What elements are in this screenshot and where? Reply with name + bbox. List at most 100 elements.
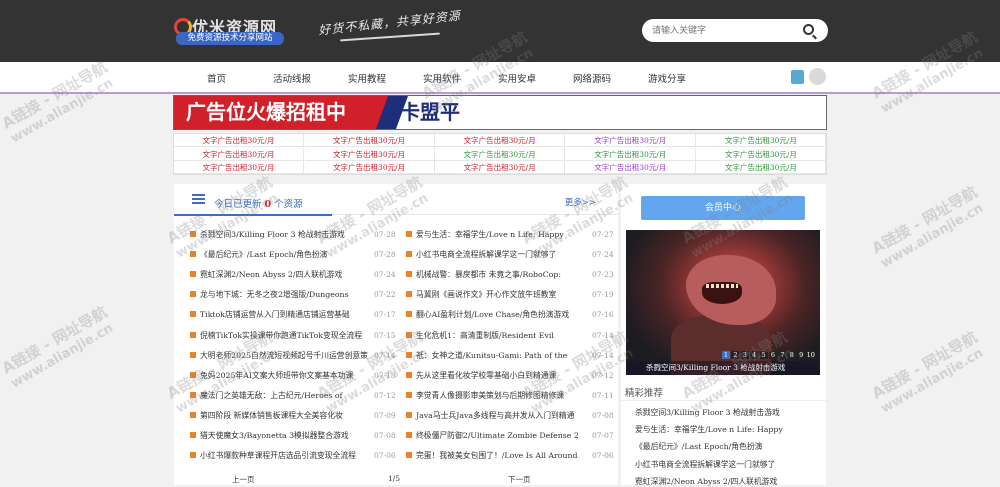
resource-title[interactable]: 机械战警：暴戾都市 未竟之事/RoboCop: xyxy=(416,270,561,279)
text-ad-link[interactable]: 文字广告出租30元/月 xyxy=(304,134,435,147)
resource-list-item[interactable]: 猎天使魔女3/Bayonetta 3模拟器整合游戏 xyxy=(190,429,368,443)
slider-dot[interactable]: 7 xyxy=(778,351,787,359)
book-icon[interactable] xyxy=(791,70,804,84)
resource-title[interactable]: 爱与生活：幸福学生/Love n Life: Happy xyxy=(416,230,564,239)
resource-title[interactable]: 翻心AI盈利计划/Love Chase/角色扮演游戏 xyxy=(416,310,569,319)
nav-item-android[interactable]: 实用安卓 xyxy=(498,71,536,85)
resource-title[interactable]: 小红书电商全流程拆解课学这一门就够了 xyxy=(416,250,556,259)
text-ad-link[interactable]: 文字广告出租30元/月 xyxy=(696,134,827,147)
resource-title[interactable]: 大明老师2025自然流短视频起号千川运营创意策划 xyxy=(200,351,368,360)
resource-title[interactable]: 祇：女神之道/Kunitsu-Gami: Path of the xyxy=(416,351,567,360)
resource-list-item[interactable]: 先从这里看化妆学校零基础小白到精通课 xyxy=(406,369,584,383)
resource-title[interactable]: 猎天使魔女3/Bayonetta 3模拟器整合游戏 xyxy=(200,431,349,440)
resource-list-item[interactable]: 大明老师2025自然流短视频起号千川运营创意策划 xyxy=(190,349,368,363)
resource-list-item[interactable]: 小红书爆款种草课程开店选品引流变现全流程 xyxy=(190,449,368,463)
resource-title[interactable]: 兔妈2025年AI文案大师班带你文案基本功课 xyxy=(200,371,353,380)
nav-item-home[interactable]: 首页 xyxy=(207,71,226,85)
slider-dot[interactable]: 8 xyxy=(787,351,796,359)
resource-list-item[interactable]: 爱与生活：幸福学生/Love n Life: Happy xyxy=(406,228,584,242)
pager-next-button[interactable]: 下一页 xyxy=(508,474,531,485)
resource-list-item[interactable]: 小红书电商全流程拆解课学这一门就够了 xyxy=(406,248,584,262)
text-ad-link[interactable]: 文字广告出租30元/月 xyxy=(304,161,435,174)
bullet-icon xyxy=(190,271,196,278)
slider-dot[interactable]: 2 xyxy=(731,351,740,359)
resource-title[interactable]: 龙与地下城：无冬之夜2增强版/Dungeons xyxy=(200,290,349,299)
resource-list-item[interactable]: 第四阶段 新媒体销售板课程大全美容化妆 xyxy=(190,409,368,423)
resource-list-item[interactable]: 终极僵尸防御2/Ultimate Zombie Defense 2 xyxy=(406,429,584,443)
resource-title[interactable]: 李觉青人像摄影审美策划与后期修图精修课 xyxy=(416,391,564,400)
recommend-item[interactable]: 小红书电商全流程拆解课学这一门就够了 xyxy=(635,459,775,470)
nav-item-games[interactable]: 游戏分享 xyxy=(648,71,686,85)
slider-dot[interactable]: 4 xyxy=(750,351,759,359)
resource-list-item[interactable]: 霓虹深渊2/Neon Abyss 2/四人联机游戏 xyxy=(190,268,368,282)
resource-list-item[interactable]: 生化危机1：高清重制版/Resident Evil xyxy=(406,329,584,343)
resource-title[interactable]: 生化危机1：高清重制版/Resident Evil xyxy=(416,331,554,340)
text-ad-link[interactable]: 文字广告出租30元/月 xyxy=(435,134,566,147)
resource-title[interactable]: 魔法门之英雄无敌：上古纪元/Heroes of xyxy=(200,391,343,400)
resource-list-item[interactable]: 倪楠TikTok实操课带你跑通TikTok变现全流程 xyxy=(190,329,368,343)
slider-dot[interactable]: 1 xyxy=(722,351,730,359)
slider-dot[interactable]: 10 xyxy=(806,351,815,359)
resource-title[interactable]: 完蛋！我被美女包围了！/Love Is All Around xyxy=(416,451,578,460)
resource-list-item[interactable]: 李觉青人像摄影审美策划与后期修图精修课 xyxy=(406,389,584,403)
text-ad-link[interactable]: 文字广告出租30元/月 xyxy=(304,147,435,161)
text-ad-link[interactable]: 文字广告出租30元/月 xyxy=(565,161,696,174)
slider-dot[interactable]: 3 xyxy=(740,351,749,359)
resource-title[interactable]: Java马士兵Java多线程与高并发从入门到精通 xyxy=(416,411,574,420)
resource-title[interactable]: 《最后纪元》/Last Epoch/角色扮演 xyxy=(200,250,327,259)
image-caption[interactable]: 杀戮空间3/Killing Floor 3 枪战射击游戏 xyxy=(646,361,785,375)
member-center-button[interactable]: 会员中心 xyxy=(641,196,805,220)
resource-title[interactable]: 先从这里看化妆学校零基础小白到精通课 xyxy=(416,371,556,380)
text-ad-link[interactable]: 文字广告出租30元/月 xyxy=(565,147,696,161)
resource-title[interactable]: 倪楠TikTok实操课带你跑通TikTok变现全流程 xyxy=(200,331,362,340)
slider-dot[interactable]: 6 xyxy=(769,351,777,359)
nav-item-activity[interactable]: 活动线报 xyxy=(273,71,311,85)
resource-title[interactable]: 霓虹深渊2/Neon Abyss 2/四人联机游戏 xyxy=(200,270,342,279)
recommend-item[interactable]: 爱与生活：幸福学生/Love n Life: Happy xyxy=(635,424,783,435)
recommend-item[interactable]: 杀戮空间3/Killing Floor 3 枪战射击游戏 xyxy=(635,407,780,418)
text-ad-link[interactable]: 文字广告出租30元/月 xyxy=(696,147,827,161)
more-link[interactable]: 更多>> xyxy=(565,196,596,208)
resource-title[interactable]: 第四阶段 新媒体销售板课程大全美容化妆 xyxy=(200,411,343,420)
slider-dot[interactable]: 5 xyxy=(759,351,768,359)
resource-list-item[interactable]: 完蛋！我被美女包围了！/Love Is All Around xyxy=(406,449,584,463)
text-ad-link[interactable]: 文字广告出租30元/月 xyxy=(174,147,304,161)
resource-list-item[interactable]: Tiktok店铺运营从入门到精通店铺运营基础 xyxy=(190,308,368,322)
featured-image[interactable]: 1 2 3 4 5 6 7 8 9 10 杀戮空间3/Killing Floor 3 枪战射击游戏 xyxy=(626,230,820,375)
resource-title[interactable]: 小红书爆款种草课程开店选品引流变现全流程 xyxy=(200,451,356,460)
pager-prev-button[interactable]: 上一页 xyxy=(232,474,255,485)
text-ad-link[interactable]: 文字广告出租30元/月 xyxy=(174,134,304,147)
ad-banner[interactable]: 广告位火爆招租中 卡盟平 xyxy=(173,95,827,130)
text-ad-link[interactable]: 文字广告出租30元/月 xyxy=(435,161,566,174)
resource-list-item[interactable]: 马冀刚《画说作文》开心作文放牛班教室 xyxy=(406,288,584,302)
resource-list-item[interactable]: 兔妈2025年AI文案大师班带你文案基本功课 xyxy=(190,369,368,383)
resource-list-item[interactable]: Java马士兵Java多线程与高并发从入门到精通 xyxy=(406,409,584,423)
bullet-icon xyxy=(406,331,412,338)
resource-date: 07-15 xyxy=(374,330,396,340)
resource-title[interactable]: 终极僵尸防御2/Ultimate Zombie Defense 2 xyxy=(416,431,579,440)
text-ad-link[interactable]: 文字广告出租30元/月 xyxy=(696,161,827,174)
resource-list-item[interactable]: 杀戮空间3/Killing Floor 3 枪战射击游戏 xyxy=(190,228,368,242)
resource-title[interactable]: 杀戮空间3/Killing Floor 3 枪战射击游戏 xyxy=(200,230,345,239)
nav-item-source-code[interactable]: 网络源码 xyxy=(573,71,611,85)
text-ad-link[interactable]: 文字广告出租30元/月 xyxy=(565,134,696,147)
resource-list-item[interactable]: 《最后纪元》/Last Epoch/角色扮演 xyxy=(190,248,368,262)
recommend-item[interactable]: 霓虹深渊2/Neon Abyss 2/四人联机游戏 xyxy=(635,476,777,487)
recommend-item[interactable]: 《最后纪元》/Last Epoch/角色扮演 xyxy=(635,441,762,452)
user-avatar-icon[interactable] xyxy=(809,68,826,85)
resource-list-item[interactable]: 翻心AI盈利计划/Love Chase/角色扮演游戏 xyxy=(406,308,584,322)
nav-item-tutorials[interactable]: 实用教程 xyxy=(348,71,386,85)
text-ad-link[interactable]: 文字广告出租30元/月 xyxy=(435,147,566,161)
resource-title[interactable]: Tiktok店铺运营从入门到精通店铺运营基础 xyxy=(200,310,350,319)
resource-list-item[interactable]: 机械战警：暴戾都市 未竟之事/RoboCop: xyxy=(406,268,584,282)
search-icon[interactable] xyxy=(803,24,814,35)
resource-title[interactable]: 马冀刚《画说作文》开心作文放牛班教室 xyxy=(416,290,556,299)
resource-list-item[interactable]: 龙与地下城：无冬之夜2增强版/Dungeons xyxy=(190,288,368,302)
text-ad-link[interactable]: 文字广告出租30元/月 xyxy=(174,161,304,174)
resource-list-item[interactable]: 祇：女神之道/Kunitsu-Gami: Path of the xyxy=(406,349,584,363)
slider-dot[interactable]: 9 xyxy=(797,351,806,359)
nav-item-software[interactable]: 实用软件 xyxy=(423,71,461,85)
site-logo[interactable]: 优米资源网 免费资源技术分享网站 xyxy=(174,16,286,48)
resource-list-item[interactable]: 魔法门之英雄无敌：上古纪元/Heroes of xyxy=(190,389,368,403)
search-input[interactable] xyxy=(652,22,792,39)
